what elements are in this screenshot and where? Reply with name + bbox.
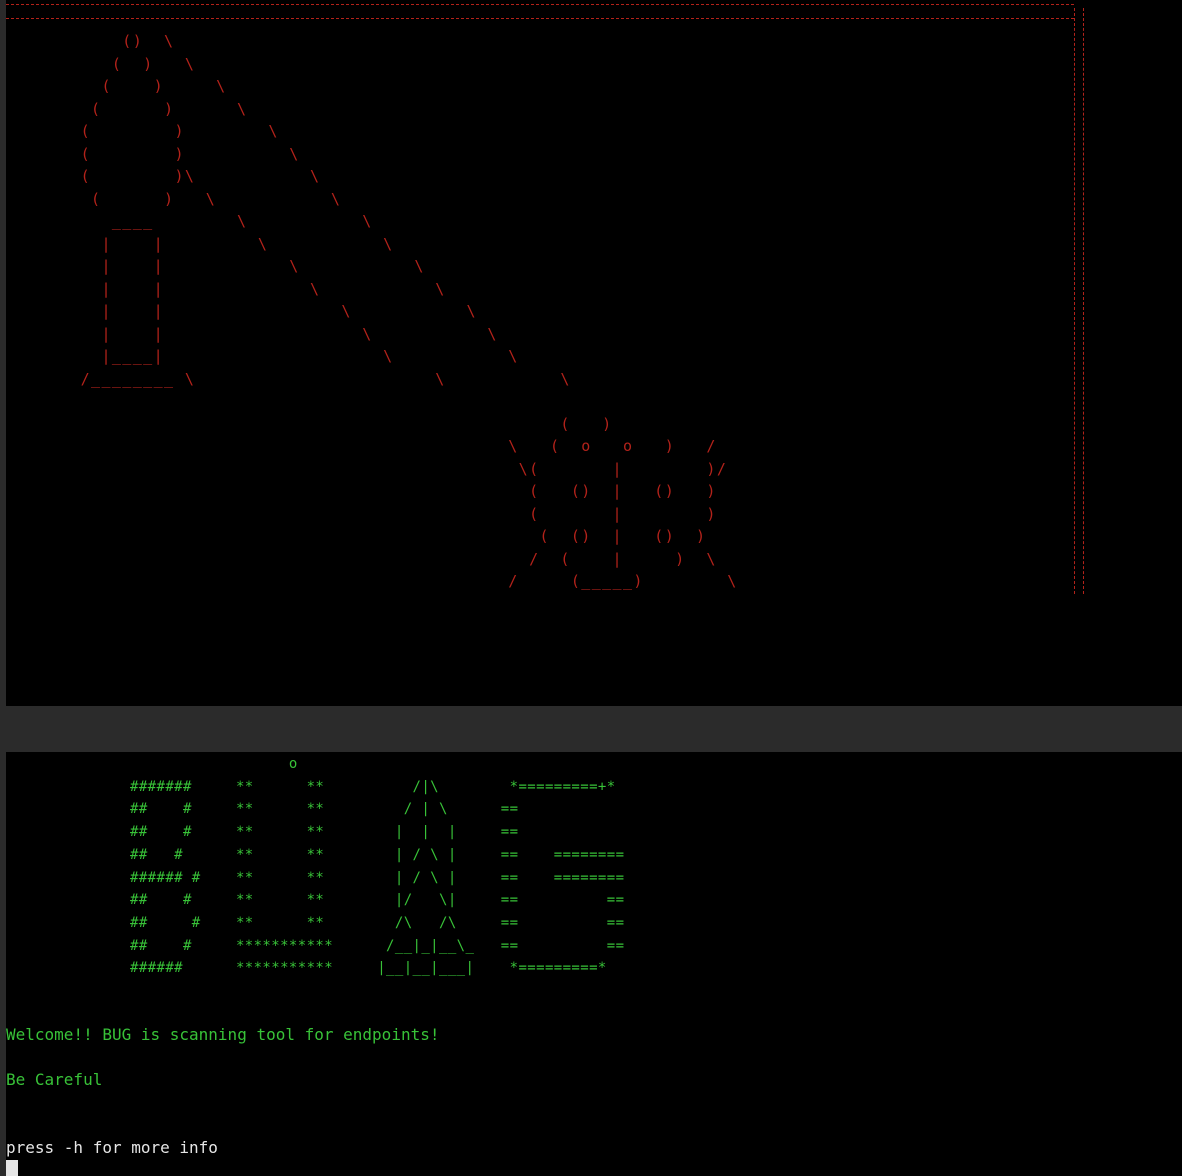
terminal-cursor[interactable] bbox=[6, 1160, 18, 1176]
bug-ascii-banner: o ####### ** ** /|\ *=========+* ## # **… bbox=[130, 756, 625, 977]
ascii-right-pillar bbox=[1074, 8, 1075, 594]
ascii-top-rule bbox=[6, 4, 1074, 5]
ascii-art-top: () \ ( ) \ ( ) \ ( ) \ ( ) \ ( ) \ ( )\ … bbox=[80, 32, 738, 590]
pane-divider[interactable] bbox=[0, 706, 1182, 752]
welcome-message: Welcome!! BUG is scanning tool for endpo… bbox=[6, 1025, 440, 1044]
ascii-right-pillar-2 bbox=[1083, 8, 1084, 594]
help-hint: press -h for more info bbox=[6, 1138, 218, 1157]
ascii-top-rule-2 bbox=[6, 18, 1074, 19]
warning-message: Be Careful bbox=[6, 1070, 103, 1089]
